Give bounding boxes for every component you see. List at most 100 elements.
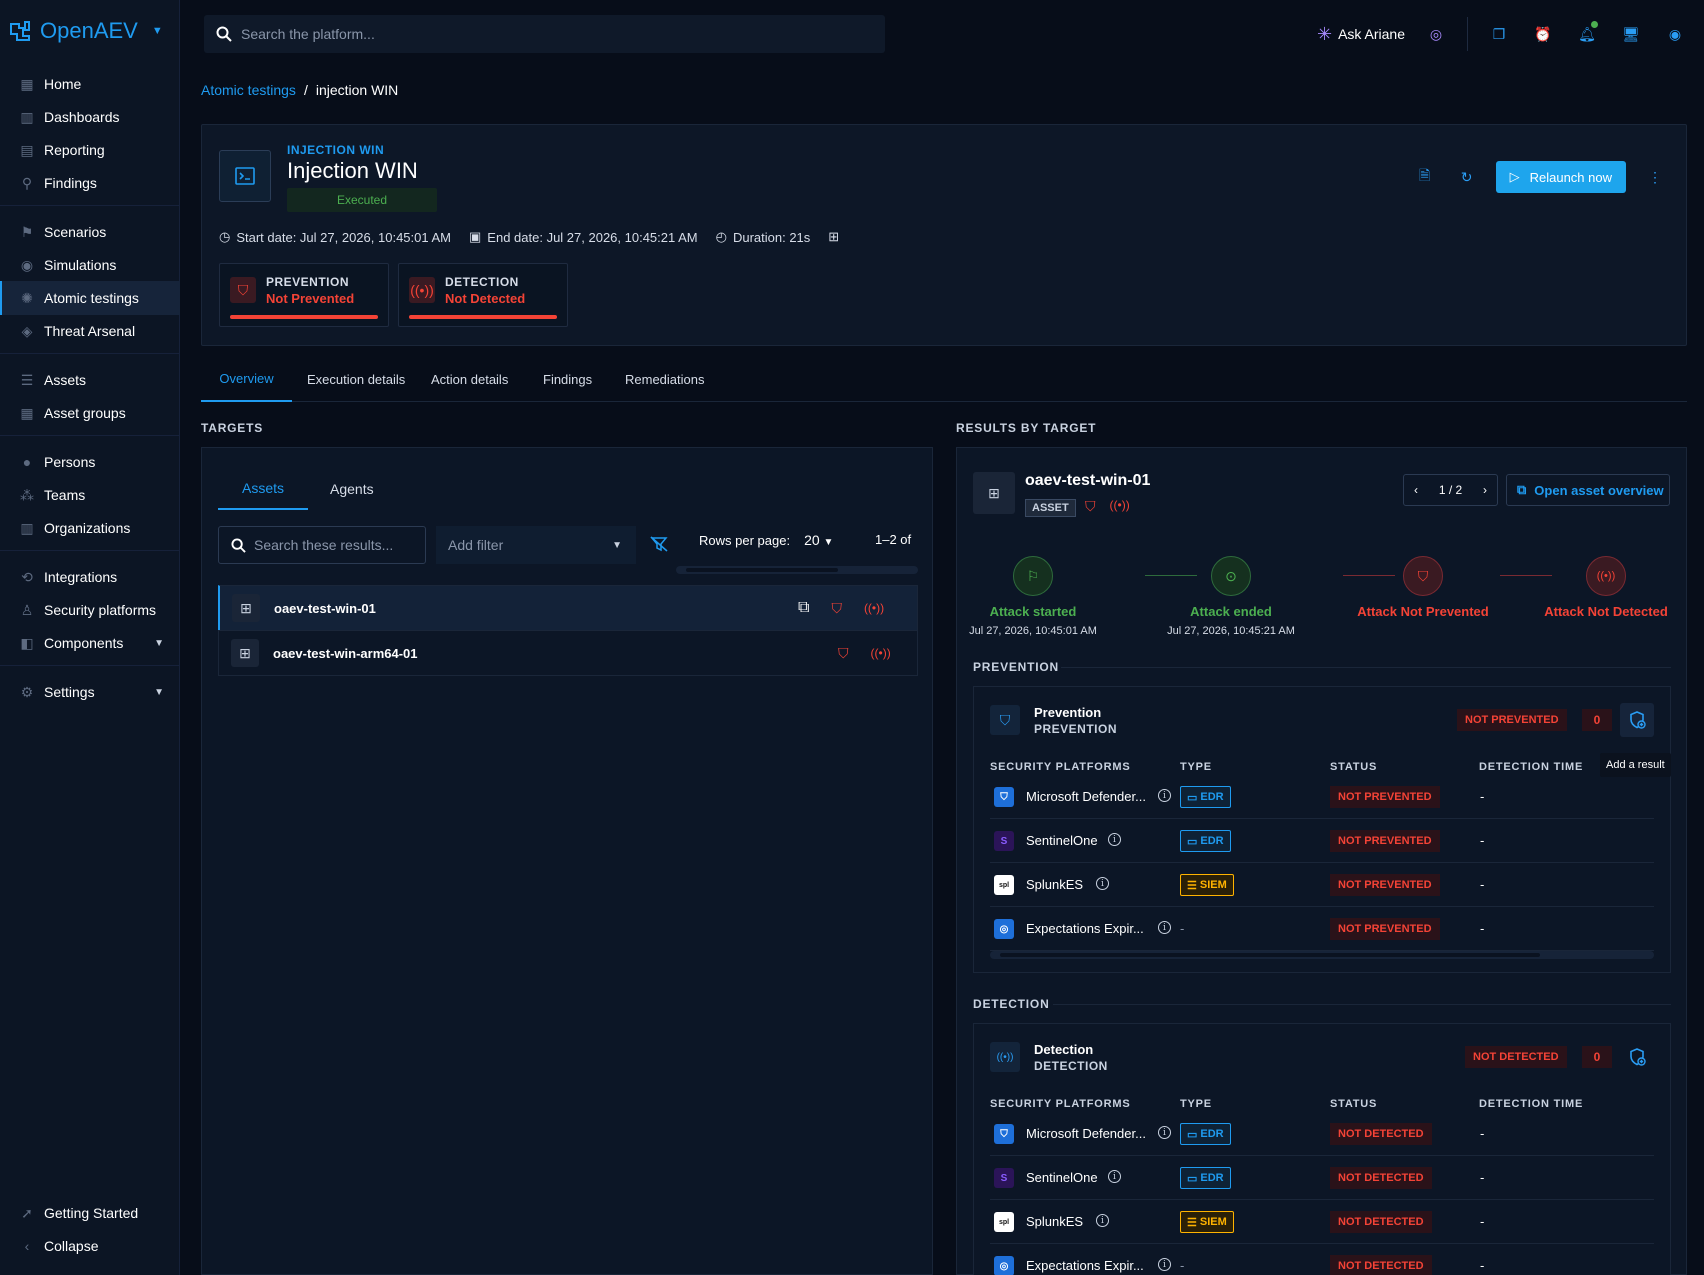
sidebar-item-home[interactable]: ▦ Home — [0, 67, 180, 101]
sidebar-item-reporting[interactable]: ▤ Reporting — [0, 133, 180, 167]
horizontal-scrollbar[interactable] — [676, 566, 918, 574]
computer-icon: ▭ — [1187, 1128, 1198, 1141]
type-badge: ▭ EDR — [1180, 1123, 1231, 1145]
shield-icon: ⛉ — [831, 599, 842, 616]
tab-overview[interactable]: Overview — [201, 356, 292, 402]
findings-icon: ⚲ — [21, 174, 33, 191]
sidebar-item-security-platforms[interactable]: ♙ Security platforms — [0, 593, 180, 627]
rows-per-page-select[interactable]: 20 ▼ — [804, 532, 833, 548]
app-logo[interactable]: OpenAEV ▼ — [8, 14, 163, 48]
asset-groups-icon: ▦ — [20, 404, 34, 421]
remote-desktop-icon[interactable]: 🖥︎ — [1618, 21, 1644, 47]
sidebar-item-teams[interactable]: ⁂ Teams — [0, 478, 180, 512]
table-row: S SentinelOne i ▭ EDR NOT DETECTED - — [990, 1156, 1654, 1200]
relaunch-button[interactable]: ▷ Relaunch now — [1495, 161, 1626, 193]
more-vert-icon[interactable]: ⋮ — [1642, 169, 1668, 186]
sentinelone-logo-icon: S — [994, 831, 1014, 851]
persons-icon: ● — [22, 454, 32, 470]
info-icon[interactable]: i — [1158, 1126, 1171, 1139]
add-result-button[interactable] — [1620, 1040, 1654, 1074]
sidebar-item-integrations[interactable]: ⟲ Integrations — [0, 560, 180, 594]
sidebar-item-persons[interactable]: ● Persons — [0, 445, 180, 479]
type-badge: ☰ SIEM — [1180, 1211, 1234, 1233]
tab-assets[interactable]: Assets — [218, 468, 308, 510]
tab-agents[interactable]: Agents — [330, 468, 374, 510]
main-tabs: Overview Execution details Action detail… — [201, 356, 1687, 402]
sidebar-item-components[interactable]: ◧ Components ▼ — [0, 626, 180, 660]
shield-icon: ⛉ — [1403, 556, 1443, 596]
openaev-logo-icon — [10, 21, 30, 41]
sidebar-divider — [0, 205, 180, 206]
count-badge: 0 — [1582, 1046, 1612, 1068]
add-result-button[interactable] — [1620, 703, 1654, 737]
splunk-logo-icon: spl — [994, 875, 1014, 895]
table-row[interactable]: ⊞ oaev-test-win-arm64-01 ⛉ ((•)) — [218, 630, 918, 676]
status-badge: NOT DETECTED — [1330, 1211, 1432, 1233]
app-name: OpenAEV — [40, 18, 138, 43]
type-badge: ▭ EDR — [1180, 786, 1231, 808]
home-icon: ▦ — [20, 75, 34, 92]
chevron-right-icon[interactable]: › — [1483, 483, 1487, 497]
sidebar-item-getting-started[interactable]: ➚ Getting Started — [0, 1196, 180, 1230]
sentinelone-logo-icon: S — [994, 1168, 1014, 1188]
open-in-new-icon[interactable]: ⧉ — [798, 599, 809, 617]
info-icon[interactable]: i — [1096, 1214, 1109, 1227]
prevention-section-title: PREVENTION — [973, 660, 1060, 674]
search-icon — [216, 26, 232, 42]
alarm-icon[interactable]: ⏰ — [1530, 21, 1556, 47]
breadcrumb-link-atomic-testings[interactable]: Atomic testings — [201, 82, 296, 98]
breadcrumb-current: injection WIN — [315, 82, 399, 98]
sidebar-item-threat-arsenal[interactable]: ◈ Threat Arsenal — [0, 314, 180, 348]
copy-icon[interactable]: ❐ — [1486, 21, 1512, 47]
info-icon[interactable]: i — [1158, 1258, 1171, 1271]
add-result-tooltip: Add a result — [1600, 753, 1671, 777]
clear-filters-icon[interactable] — [650, 536, 668, 555]
platform-search-input[interactable]: Search the platform... — [204, 15, 885, 53]
sidebar-collapse[interactable]: ‹ Collapse — [0, 1229, 180, 1263]
ai-target-icon[interactable]: ◎ — [1423, 21, 1449, 47]
sidebar-item-atomic-testings[interactable]: ✺ Atomic testings — [0, 281, 180, 315]
terminal-icon — [219, 150, 271, 202]
sidebar-item-organizations[interactable]: ▥ Organizations — [0, 511, 180, 545]
calendar-icon: ▣ — [469, 229, 482, 244]
tab-action-details[interactable]: Action details — [431, 356, 508, 402]
sidebar-item-settings[interactable]: ⚙ Settings ▼ — [0, 675, 180, 709]
add-filter-select[interactable]: Add filter ▼ — [436, 526, 636, 564]
refresh-icon[interactable]: ↻ — [1454, 169, 1480, 186]
export-report-icon[interactable]: 🗎 — [1412, 165, 1438, 189]
info-icon[interactable]: i — [1158, 921, 1171, 934]
execution-status-badge: Executed — [287, 188, 437, 212]
radar-icon: ((•)) — [990, 1042, 1020, 1072]
info-icon[interactable]: i — [1096, 877, 1109, 890]
sidebar-item-assets[interactable]: ☰ Assets — [0, 363, 180, 397]
detection-score-bar — [409, 315, 557, 319]
notifications-bell-icon[interactable]: 🔔︎ — [1574, 21, 1600, 47]
table-row: ⛉ Microsoft Defender... i ▭ EDR NOT DETEC… — [990, 1112, 1654, 1156]
integrations-icon: ⟲ — [21, 568, 33, 585]
sidebar-item-findings[interactable]: ⚲ Findings — [0, 166, 180, 200]
targets-search-input[interactable]: Search these results... — [218, 526, 426, 564]
sidebar-item-dashboards[interactable]: ▥ Dashboards — [0, 100, 180, 134]
ask-ariane-button[interactable]: ✳ Ask Ariane — [1317, 24, 1405, 45]
status-badge: NOT DETECTED — [1330, 1255, 1432, 1275]
chevron-left-icon[interactable]: ‹ — [1414, 483, 1418, 497]
shield-icon: ⛉ — [990, 705, 1020, 735]
info-icon[interactable]: i — [1158, 789, 1171, 802]
tab-findings[interactable]: Findings — [543, 356, 592, 402]
horizontal-scrollbar[interactable] — [990, 951, 1654, 959]
status-badge: NOT DETECTED — [1330, 1123, 1432, 1145]
app-switcher-caret-icon[interactable]: ▼ — [152, 25, 163, 37]
info-icon[interactable]: i — [1108, 1170, 1121, 1183]
sidebar-item-asset-groups[interactable]: ▦ Asset groups — [0, 396, 180, 430]
shield-icon: ⛉ — [838, 644, 849, 661]
topbar-actions: ✳ Ask Ariane ◎ ❐ ⏰ 🔔︎ 🖥︎ ◉ — [1317, 17, 1688, 51]
open-in-new-icon: ⧉ — [1517, 482, 1527, 497]
tab-execution-details[interactable]: Execution details — [307, 356, 405, 402]
user-account-icon[interactable]: ◉ — [1662, 21, 1688, 47]
sidebar-item-scenarios[interactable]: ⚑ Scenarios — [0, 215, 180, 249]
tab-remediations[interactable]: Remediations — [625, 356, 705, 402]
open-asset-overview-button[interactable]: ⧉ Open asset overview — [1506, 474, 1670, 506]
info-icon[interactable]: i — [1108, 833, 1121, 846]
table-row[interactable]: ⊞ oaev-test-win-01 ⧉ ⛉ ((•)) — [218, 585, 918, 631]
sidebar-item-simulations[interactable]: ◉ Simulations — [0, 248, 180, 282]
